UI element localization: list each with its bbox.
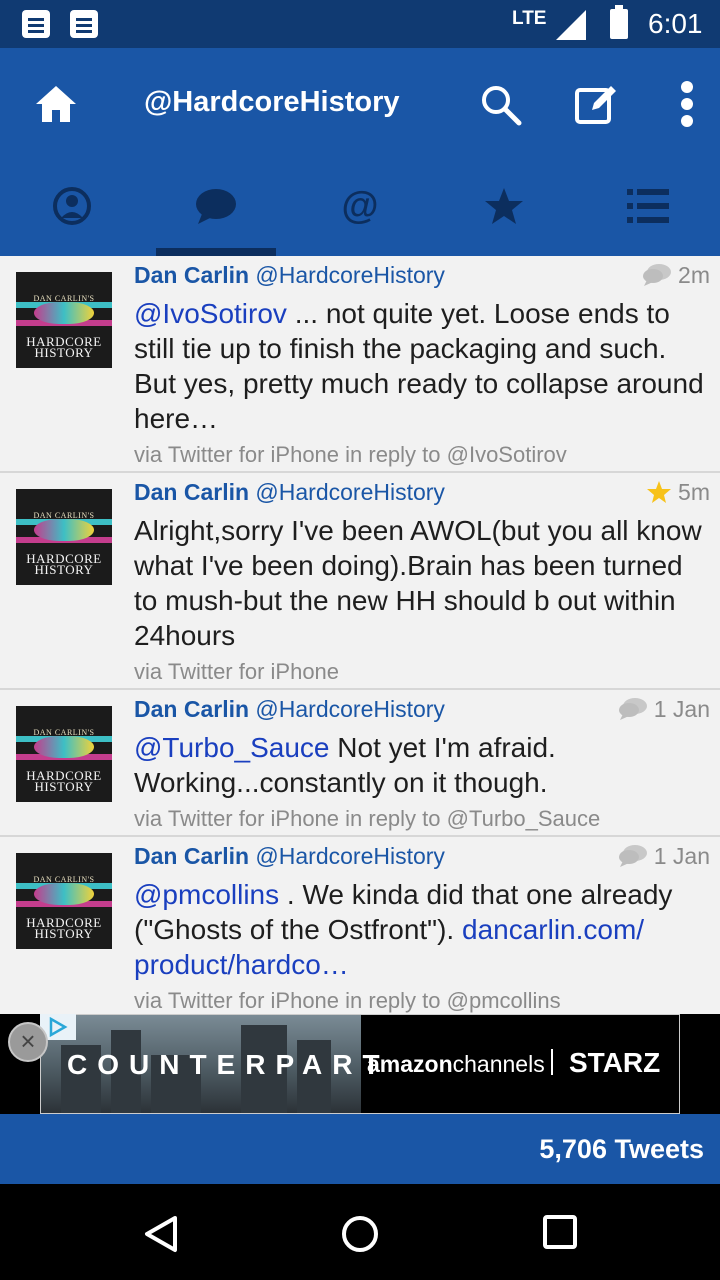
tweet-timestamp: 2m [642,262,710,289]
tweet-author[interactable]: Dan Carlin @HardcoreHistory [134,696,445,723]
avatar[interactable]: DAN CARLIN'S HARDCORE HISTORY [16,706,112,802]
reply-icon [618,845,647,867]
notification-icon [70,10,98,38]
tab-lists[interactable] [576,168,720,248]
avatar-text: HARDCORE HISTORY [26,768,102,794]
mention-link[interactable]: @pmcollins [134,879,279,910]
home-nav-icon[interactable] [340,1214,380,1254]
reply-icon [643,264,672,286]
search-icon[interactable] [480,84,522,131]
tweet-item[interactable]: DAN CARLIN'S HARDCORE HISTORY Dan Carlin … [0,690,720,837]
avatar-text: HARDCORE HISTORY [26,551,102,577]
favorite-star-icon [647,481,672,503]
overflow-menu-icon[interactable] [680,80,694,133]
avatar-text: HARDCORE HISTORY [26,334,102,360]
tweet-item[interactable]: DAN CARLIN'S HARDCORE HISTORY Dan Carlin … [0,256,720,473]
tweet-count-bar: 5,706 Tweets [0,1114,720,1184]
avatar[interactable]: DAN CARLIN'S HARDCORE HISTORY [16,489,112,585]
notification-icon [22,10,50,38]
profile-icon [53,187,91,225]
tweet-author[interactable]: Dan Carlin @HardcoreHistory [134,843,445,870]
avatar[interactable]: DAN CARLIN'S HARDCORE HISTORY [16,272,112,368]
network-type: LTE [512,8,547,29]
tweet-author[interactable]: Dan Carlin @HardcoreHistory [134,479,445,506]
avatar-text: DAN CARLIN'S [33,728,95,737]
ad-banner[interactable]: COUNTERPART amazonchannels STARZ [40,1014,680,1114]
avatar[interactable]: DAN CARLIN'S HARDCORE HISTORY [16,853,112,949]
battery-icon [610,5,628,39]
tab-conversations[interactable] [144,168,288,248]
star-icon [485,188,523,224]
page-title: @HardcoreHistory [144,86,400,118]
avatar-text: DAN CARLIN'S [33,294,95,303]
svg-text:@: @ [341,186,378,226]
back-icon[interactable] [142,1214,180,1254]
avatar-text: DAN CARLIN'S [33,511,95,520]
avatar-text: HARDCORE HISTORY [26,915,102,941]
mention-link[interactable]: @Turbo_Sauce [134,732,330,763]
tweet-timestamp: 1 Jan [618,696,710,723]
tweet-text: Alright,sorry I've been AWOL(but you all… [134,515,702,651]
conversation-icon [196,189,236,224]
ad-divider [551,1049,553,1075]
close-ad-button[interactable]: × [8,1022,48,1062]
ad-show-title: COUNTERPART [67,1049,390,1080]
ad-brand-starz: STARZ [569,1047,661,1078]
home-icon[interactable] [34,82,78,131]
mention-link[interactable]: @IvoSotirov [134,298,287,329]
tweet-source: via Twitter for iPhone [134,659,340,684]
list-icon [627,189,669,223]
app-bar: @HardcoreHistory @ [0,48,720,256]
tweet-item[interactable]: DAN CARLIN'S HARDCORE HISTORY Dan Carlin … [0,837,720,1014]
avatar-text: DAN CARLIN'S [33,875,95,884]
compose-icon[interactable] [574,82,618,131]
tweet-count: 5,706 Tweets [539,1134,704,1164]
recents-icon[interactable] [542,1214,578,1250]
selected-tab-indicator [156,248,276,256]
system-nav-bar [0,1184,720,1280]
tweet-source: via Twitter for iPhone in reply to @IvoS… [134,442,567,467]
signal-icon [556,10,586,40]
tab-mentions[interactable]: @ [288,168,432,248]
tweet-text: @IvoSotirov ... not quite yet. Loose end… [134,298,704,434]
tweet-source: via Twitter for iPhone in reply to @Turb… [134,806,601,831]
tab-favorites[interactable] [432,168,576,248]
status-bar: LTE 6:01 [0,0,720,48]
ad-brand-amazon: amazonchannels [367,1051,545,1077]
tweet-timeline[interactable]: DAN CARLIN'S HARDCORE HISTORY Dan Carlin … [0,256,720,1014]
tweet-timestamp: 5m [646,479,710,506]
tweet-item[interactable]: DAN CARLIN'S HARDCORE HISTORY Dan Carlin … [0,473,720,690]
at-icon: @ [341,186,378,226]
tweet-timestamp: 1 Jan [618,843,710,870]
tweet-source: via Twitter for iPhone in reply to @pmco… [134,988,561,1013]
tweet-author[interactable]: Dan Carlin @HardcoreHistory [134,262,445,289]
tab-profile[interactable] [0,168,144,248]
clock: 6:01 [648,8,703,39]
tweet-text: @Turbo_Sauce Not yet I'm afraid. Working… [134,732,556,798]
tweet-text: @pmcollins . We kinda did that one alrea… [134,879,673,980]
reply-icon [618,698,647,720]
